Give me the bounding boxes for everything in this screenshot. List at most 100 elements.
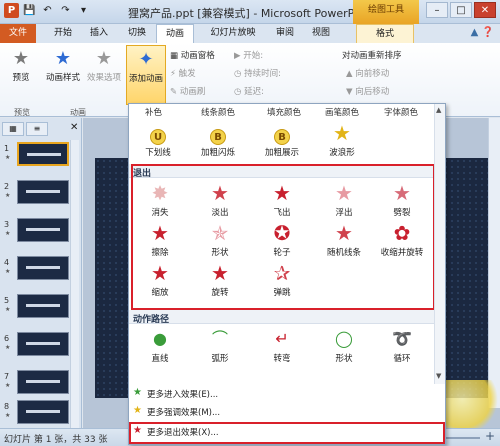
tab-review[interactable]: 审阅 — [270, 24, 300, 43]
tab-animations[interactable]: 动画 — [156, 24, 194, 43]
slides-tab[interactable]: ▦ — [2, 122, 24, 136]
tab-file[interactable]: 文件 — [0, 24, 36, 43]
gallery-top-label[interactable]: 画笔颜色 — [325, 106, 359, 118]
customize-qat-icon[interactable]: ▾ — [76, 3, 91, 18]
powerpoint-app-icon[interactable]: P — [4, 3, 19, 18]
slide-preview — [17, 218, 69, 242]
slide-thumb[interactable]: 3 ★ — [4, 218, 76, 242]
underline-effect-icon: U — [129, 122, 187, 145]
preview-button[interactable]: ★ 预览 — [4, 49, 38, 84]
zoom-in-icon[interactable]: + — [485, 429, 495, 443]
exit-effect-split[interactable]: ★ 劈裂 — [373, 182, 431, 218]
shape-star-icon: ✯ — [211, 221, 229, 245]
effect-label: 加粗闪烁 — [200, 148, 235, 158]
path-line[interactable]: ● 直线 — [131, 328, 189, 364]
move-earlier-label: 向前移动 — [355, 69, 390, 79]
window-controls: – □ ✕ — [426, 2, 496, 18]
animation-painter-button[interactable]: ✎ 动画刷 — [170, 85, 205, 97]
pane-tabs: ▦ ≡ — [2, 122, 48, 136]
slide-thumb[interactable]: 2 ★ — [4, 180, 76, 204]
path-shape[interactable]: ◯ 形状 — [315, 328, 373, 364]
tab-transitions[interactable]: 切换 — [122, 24, 152, 43]
duration-field[interactable]: ◷ 持续时间: — [234, 67, 281, 79]
effect-bold-flash[interactable]: B 加粗闪烁 — [189, 122, 247, 158]
pane-close-icon[interactable]: ✕ — [70, 122, 78, 133]
delay-field[interactable]: ◷ 延迟: — [234, 85, 264, 97]
exit-effect-swivel[interactable]: ★ 旋转 — [191, 262, 249, 298]
turn-path-icon: ↵ — [275, 329, 289, 348]
help-icon[interactable]: ▲ ❓ — [471, 27, 494, 38]
add-animation-star-icon: ✦ — [138, 49, 154, 70]
group-label-preview: 预览 — [14, 108, 30, 117]
outline-tab[interactable]: ≡ — [26, 122, 48, 136]
effect-label: 劈裂 — [393, 208, 411, 218]
exit-effect-fade[interactable]: ★ 淡出 — [191, 182, 249, 218]
slide-preview — [17, 400, 69, 424]
exit-effect-wheel[interactable]: ✪ 轮子 — [253, 222, 311, 258]
slide-thumb[interactable]: 6 ★ — [4, 332, 76, 356]
path-arc[interactable]: ⌒ 弧形 — [191, 328, 249, 364]
exit-effect-fly-out[interactable]: ★ 飞出 — [253, 182, 311, 218]
trigger-button[interactable]: ⚡ 触发 — [170, 67, 196, 79]
tab-insert[interactable]: 插入 — [84, 24, 114, 43]
gallery-top-label[interactable]: 填充颜色 — [267, 106, 301, 118]
exit-effect-shape[interactable]: ✯ 形状 — [191, 222, 249, 258]
path-turn[interactable]: ↵ 转弯 — [253, 328, 311, 364]
more-emphasis-effects[interactable]: ★ 更多强调效果(M)... — [131, 404, 443, 419]
slide-thumb[interactable]: 4 ★ — [4, 256, 76, 280]
animation-star-icon: ★ — [5, 344, 11, 351]
tab-slideshow[interactable]: 幻灯片放映 — [206, 24, 260, 43]
split-star-icon: ★ — [393, 181, 411, 205]
tab-format[interactable]: 格式 — [356, 24, 414, 43]
gallery-scrollbar[interactable]: ▲ ▼ — [434, 104, 445, 384]
slide-thumb[interactable]: 7 ★ — [4, 370, 76, 394]
slide-count-status: 幻灯片 第 1 张，共 33 张 — [4, 435, 108, 445]
exit-effect-zoom[interactable]: ★ 缩放 — [131, 262, 189, 298]
slide-number: 8 — [4, 402, 10, 411]
exit-effect-bounce[interactable]: ✰ 弹跳 — [253, 262, 311, 298]
close-icon[interactable]: ✕ — [474, 2, 496, 18]
effect-label: 浮出 — [335, 208, 353, 218]
exit-effect-random-bars[interactable]: ★ 随机线条 — [315, 222, 373, 258]
duration-label: 持续时间: — [244, 69, 281, 79]
exit-effect-wipe[interactable]: ★ 擦除 — [131, 222, 189, 258]
gallery-top-label[interactable]: 补色 — [145, 106, 162, 118]
gallery-top-label[interactable]: 线条颜色 — [201, 106, 235, 118]
swivel-star-icon: ★ — [211, 261, 229, 285]
move-later-button[interactable]: ▼ 向后移动 — [346, 85, 389, 97]
scroll-down-icon[interactable]: ▼ — [436, 372, 441, 380]
effect-label: 缩放 — [151, 288, 169, 298]
undo-icon[interactable]: ↶ — [40, 3, 55, 18]
path-loop[interactable]: ➰ 循环 — [373, 328, 431, 364]
effect-label: 加粗展示 — [264, 148, 299, 158]
window-title: 狸窝产品.ppt [兼容模式] - Microsoft PowerPoint — [128, 7, 375, 20]
tab-view[interactable]: 视图 — [306, 24, 336, 43]
scroll-up-icon[interactable]: ▲ — [436, 106, 441, 114]
effect-options-button[interactable]: ★ 效果选项 — [84, 49, 124, 84]
add-animation-button[interactable]: ✦ 添加动画 — [126, 45, 166, 105]
bold-flash-effect-icon: B — [189, 122, 247, 145]
slide-thumb[interactable]: 8 ★ — [4, 400, 76, 424]
animation-pane-button[interactable]: ▦ 动画窗格 — [170, 49, 215, 61]
more-entrance-effects[interactable]: ★ 更多进入效果(E)... — [131, 386, 443, 401]
slide-thumb[interactable]: 5 ★ — [4, 294, 76, 318]
slide-preview — [17, 370, 69, 394]
effect-bold-reveal[interactable]: B 加粗展示 — [253, 122, 311, 158]
effect-wave[interactable]: ★ 波浪形 — [313, 122, 371, 158]
start-field[interactable]: ▶ 开始: — [234, 49, 263, 61]
exit-effect-disappear[interactable]: ✸ 消失 — [131, 182, 189, 218]
effect-label: 消失 — [151, 208, 169, 218]
save-icon[interactable]: 💾 — [22, 3, 37, 18]
animation-style-button[interactable]: ★ 动画样式 — [44, 49, 82, 84]
exit-effect-float-out[interactable]: ★ 浮出 — [315, 182, 373, 218]
minimize-icon[interactable]: – — [426, 2, 448, 18]
tab-home[interactable]: 开始 — [48, 24, 78, 43]
maximize-icon[interactable]: □ — [450, 2, 472, 18]
gallery-top-label[interactable]: 字体颜色 — [384, 106, 418, 118]
redo-icon[interactable]: ↷ — [58, 3, 73, 18]
effect-underline[interactable]: U 下划线 — [129, 122, 187, 158]
move-earlier-button[interactable]: ▲ 向前移动 — [346, 67, 389, 79]
exit-effect-shrink-turn[interactable]: ✿ 收缩并旋转 — [373, 222, 431, 258]
slide-thumb[interactable]: 1 ★ — [4, 142, 76, 166]
canvas-scrollbar[interactable] — [488, 118, 500, 408]
